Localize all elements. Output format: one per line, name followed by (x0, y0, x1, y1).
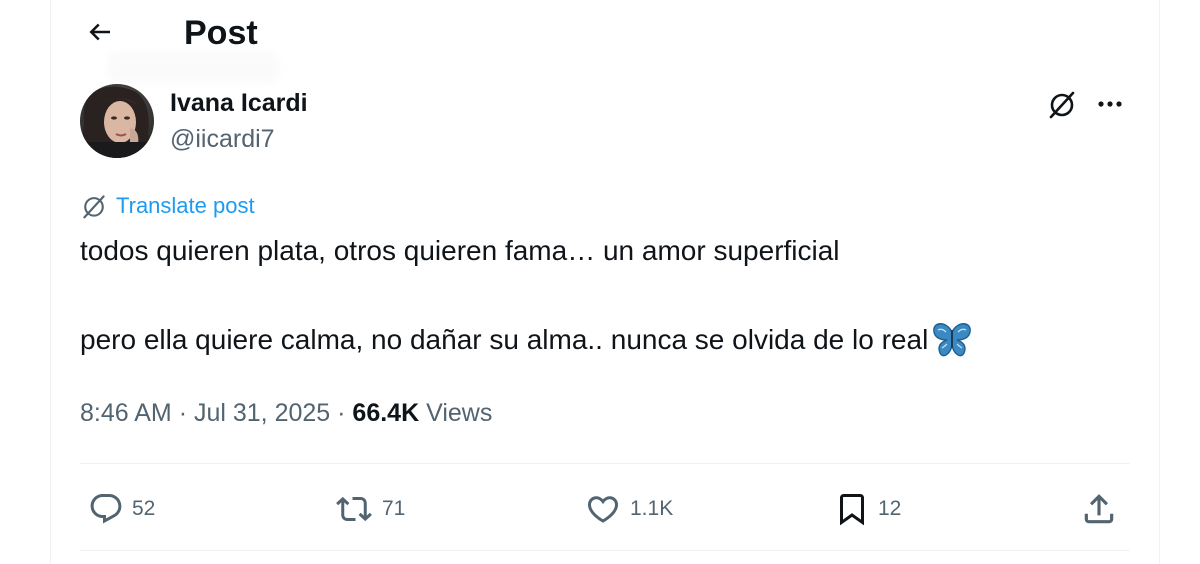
grok-button[interactable] (1042, 86, 1082, 122)
arrow-left-icon (89, 23, 110, 41)
more-horizontal-icon (1098, 101, 1122, 107)
translate-post-link[interactable]: Translate post (80, 192, 255, 220)
share-button[interactable] (1080, 488, 1118, 530)
author-display-name[interactable]: Ivana Icardi (170, 88, 308, 118)
page-title: Post (184, 14, 258, 52)
tweet-text-line: pero ella quiere calma, no dañar su alma… (80, 322, 972, 358)
divider (80, 550, 1130, 551)
grok-icon (1049, 91, 1075, 119)
tweet-text-line: todos quieren plata, otros quieren fama…… (80, 235, 840, 266)
reply-button[interactable]: 52 (88, 488, 155, 530)
avatar-image (80, 84, 154, 158)
translate-post-label: Translate post (116, 193, 255, 218)
repost-count: 71 (382, 497, 406, 520)
tweet-meta: 8:46 AM · Jul 31, 2025 · 66.4K Views (80, 397, 492, 429)
grok-icon (83, 195, 105, 219)
bookmark-button[interactable]: 12 (834, 488, 901, 530)
back-button[interactable] (80, 12, 120, 52)
divider (80, 463, 1130, 464)
meta-separator: · (337, 399, 346, 427)
tweet-text: pero ella quiere calma, no dañar su alma… (80, 324, 929, 355)
repost-icon (336, 496, 372, 522)
tweet-date[interactable]: Jul 31, 2025 (194, 399, 330, 427)
tweet-time[interactable]: 8:46 AM (80, 399, 172, 427)
reply-count: 52 (132, 497, 156, 520)
views-label: Views (426, 399, 493, 427)
primary-column (50, 0, 1160, 564)
author-handle[interactable]: @iicardi7 (170, 124, 275, 154)
blurred-overlay (108, 52, 278, 82)
meta-separator: · (178, 399, 188, 427)
avatar[interactable] (80, 84, 154, 158)
like-count: 1.1K (630, 497, 674, 520)
bookmark-count: 12 (878, 497, 902, 520)
butterfly-emoji-icon (932, 322, 972, 358)
repost-button[interactable]: 71 (334, 488, 405, 530)
more-options-button[interactable] (1090, 86, 1130, 122)
like-button[interactable]: 1.1K (584, 488, 673, 530)
share-icon (1084, 494, 1114, 524)
reply-bubble-icon (90, 494, 122, 524)
views-count: 66.4K (352, 399, 420, 427)
bookmark-icon (840, 494, 864, 526)
heart-icon (587, 496, 619, 523)
